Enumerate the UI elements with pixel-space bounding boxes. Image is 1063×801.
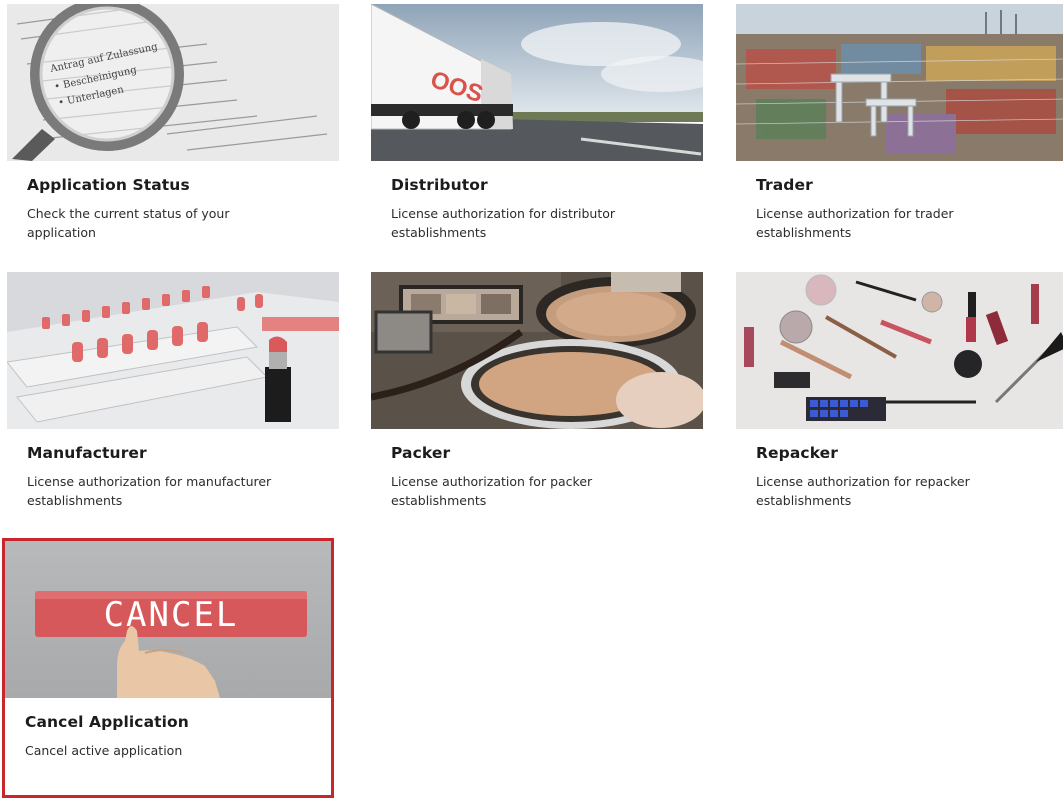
compact-powder-image xyxy=(371,272,703,429)
card-distributor[interactable]: OOS Distributor License authorization fo… xyxy=(371,4,703,254)
card-packer[interactable]: Packer License authorization for packer … xyxy=(371,272,703,522)
card-description: License authorization for packer establi… xyxy=(391,474,593,508)
container-port-image xyxy=(736,4,1063,161)
card-description: Check the current status of your applica… xyxy=(27,206,230,240)
card-description: License authorization for trader establi… xyxy=(756,206,954,240)
card-title: Distributor xyxy=(391,176,488,194)
card-trader[interactable]: Trader License authorization for trader … xyxy=(736,4,1063,254)
cancel-banner-text: CANCEL xyxy=(103,595,239,635)
card-description: Cancel active application xyxy=(25,743,183,758)
card-title: Packer xyxy=(391,444,451,462)
magnifier-document-image: Antrag auf Zulassung • Bescheinigung • U… xyxy=(7,4,339,161)
card-repacker[interactable]: Repacker License authorization for repac… xyxy=(736,272,1063,522)
card-title: Manufacturer xyxy=(27,444,147,462)
lipstick-production-image xyxy=(7,272,339,429)
card-title: Repacker xyxy=(756,444,839,462)
card-application-status[interactable]: Antrag auf Zulassung • Bescheinigung • U… xyxy=(7,4,339,254)
card-description: License authorization for distributor es… xyxy=(391,206,616,240)
card-manufacturer[interactable]: Manufacturer License authorization for m… xyxy=(7,272,339,522)
card-title: Application Status xyxy=(27,176,190,194)
card-title: Trader xyxy=(756,176,813,194)
card-description: License authorization for manufacturer e… xyxy=(27,474,272,508)
cancel-button-press-image: CANCEL xyxy=(5,541,331,698)
service-card-grid: Antrag auf Zulassung • Bescheinigung • U… xyxy=(0,0,1063,801)
card-title: Cancel Application xyxy=(25,713,189,731)
card-cancel-application[interactable]: CANCEL Cancel Application Cancel active … xyxy=(2,538,334,798)
card-description: License authorization for repacker estab… xyxy=(756,474,970,508)
truck-highway-image: OOS xyxy=(371,4,703,161)
cosmetics-flatlay-image xyxy=(736,272,1063,429)
